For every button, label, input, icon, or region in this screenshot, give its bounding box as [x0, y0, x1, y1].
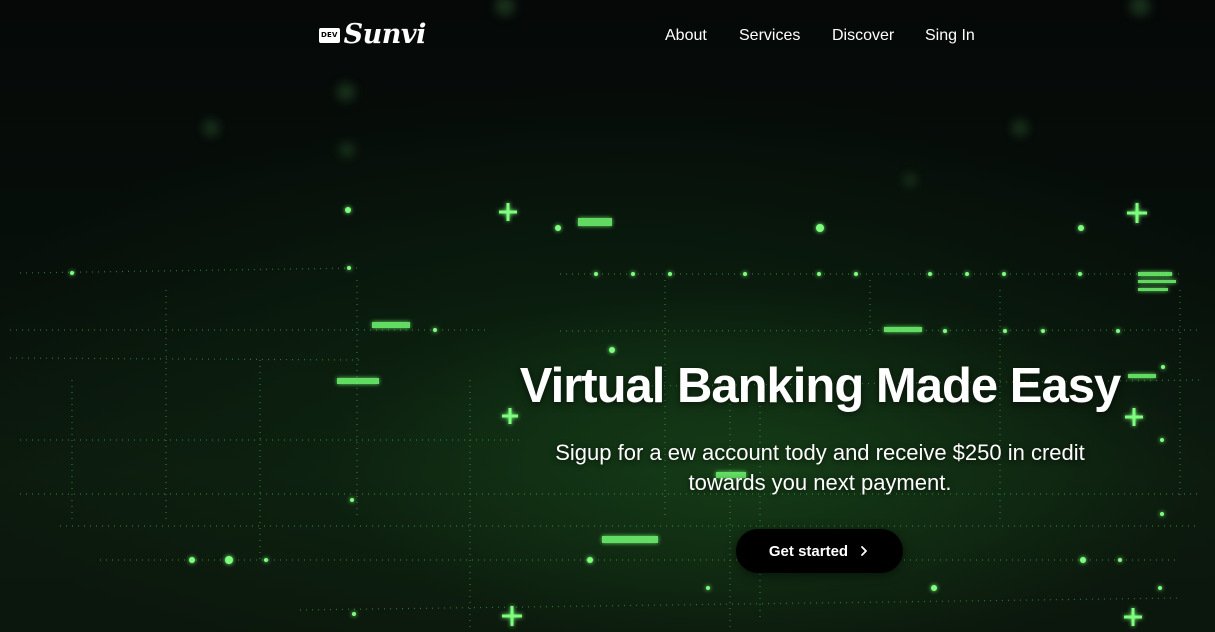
chevron-right-icon	[861, 546, 867, 556]
landing-page: DEV Sunvi About Services Discover Sing I…	[0, 0, 1215, 632]
get-started-button[interactable]: Get started	[736, 529, 903, 573]
hero-subtitle: Sigup for a ew account tody and receive …	[500, 438, 1140, 498]
hero-subtitle-line-2: towards you next payment.	[688, 470, 952, 495]
hero-title: Virtual Banking Made Easy	[519, 359, 1121, 413]
hero-subtitle-line-1: Sigup for a ew account tody and receive …	[555, 440, 1085, 465]
nav-link-services[interactable]: Services	[739, 24, 800, 48]
main-nav: About Services Discover Sing In	[0, 24, 1215, 48]
nav-link-discover[interactable]: Discover	[832, 24, 894, 48]
digital-particles-background	[9, 0, 1201, 632]
get-started-label: Get started	[768, 542, 849, 560]
nav-link-sign-in[interactable]: Sing In	[925, 24, 975, 48]
nav-link-about[interactable]: About	[665, 24, 707, 48]
